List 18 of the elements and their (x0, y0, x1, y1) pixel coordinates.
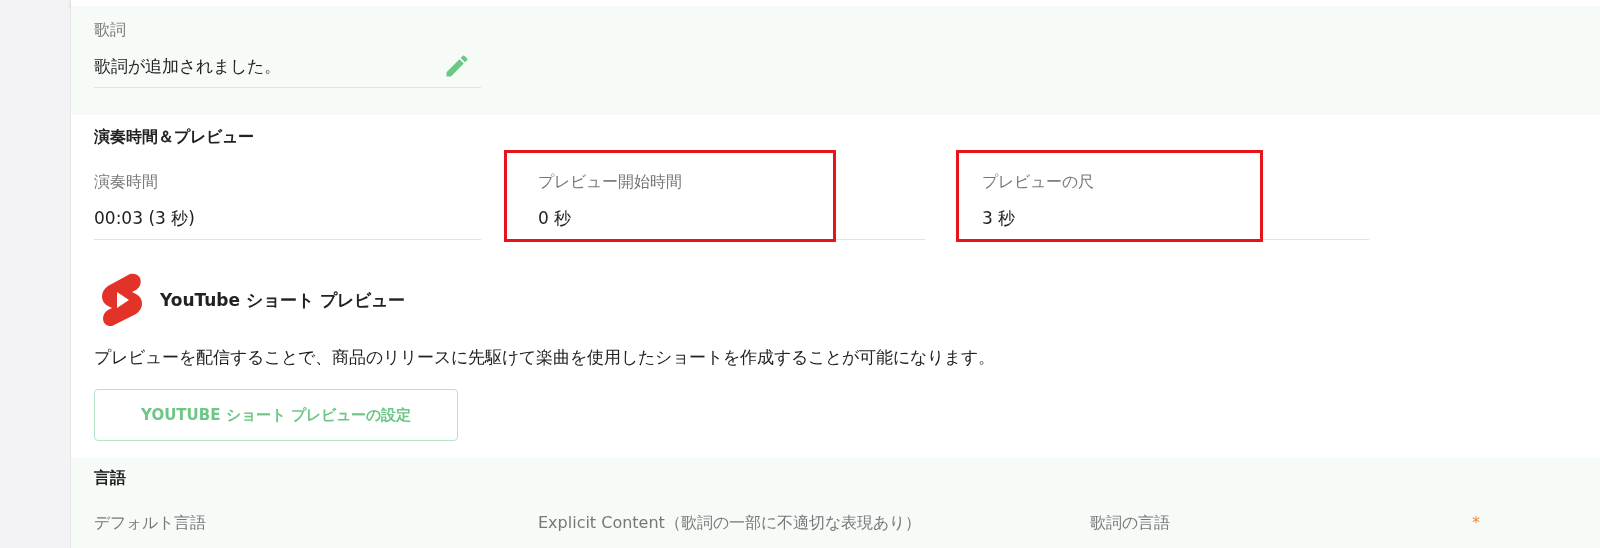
required-mark: * (1472, 513, 1480, 534)
field-label: 演奏時間 (94, 172, 159, 193)
section-heading: 言語 (94, 468, 127, 489)
section-title: YouTube ショート プレビュー (160, 288, 405, 312)
field-label: Explicit Content（歌詞の一部に不適切な表現あり） (538, 513, 921, 534)
shorts-settings-button[interactable]: YOUTUBE ショート プレビューの設定 (94, 389, 458, 441)
field-value: 00:03 (3 秒) (94, 206, 195, 230)
shorts-icon (100, 272, 144, 328)
field-value: 3 秒 (982, 206, 1016, 230)
field-label: 歌詞の言語 (1090, 513, 1170, 534)
field-label: 歌詞 (94, 20, 127, 41)
section-heading: 演奏時間＆プレビュー (94, 127, 255, 148)
field-label: プレビューの尺 (982, 172, 1095, 193)
description-text: プレビューを配信することで、商品のリリースに先駆けて楽曲を使用したショートを作成することが可能になります。 (94, 346, 996, 369)
field-label: デフォルト言語 (94, 513, 206, 534)
field-value: 0 秒 (538, 206, 572, 230)
field-label: プレビュー開始時間 (538, 172, 683, 193)
field-value: 歌詞が追加されました。 (94, 54, 281, 78)
